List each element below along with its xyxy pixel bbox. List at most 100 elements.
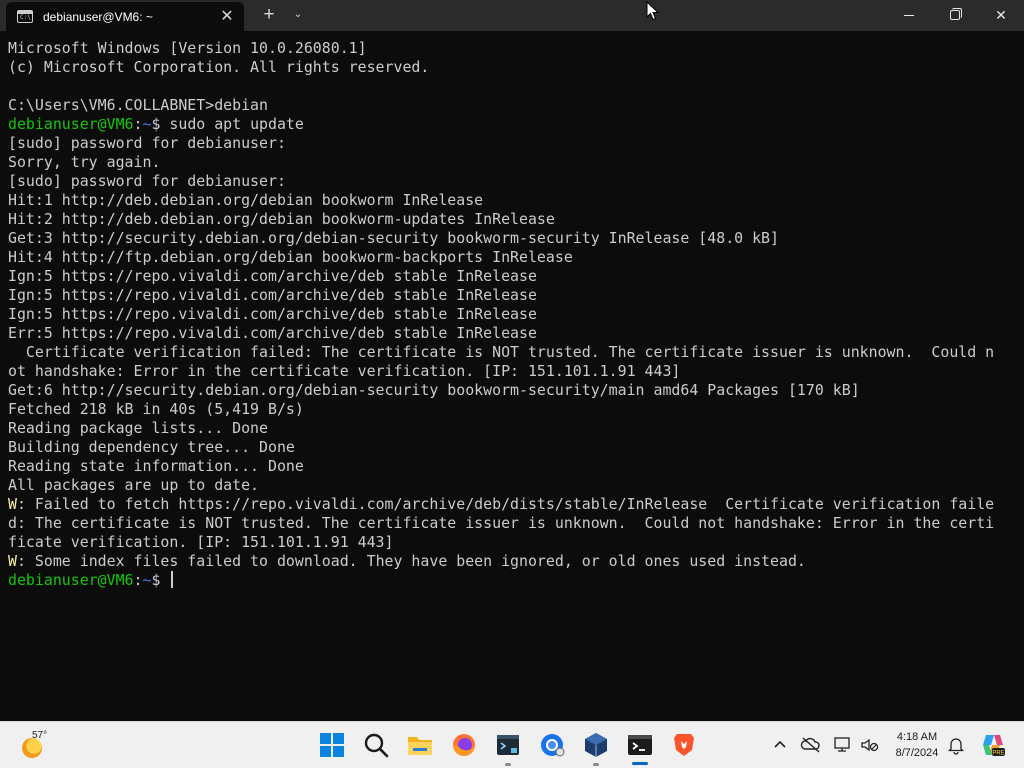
terminal-line: Ign:5 https://repo.vivaldi.com/archive/d…	[8, 267, 1008, 286]
warn-text: W	[8, 552, 17, 570]
speaker-muted-icon	[861, 738, 879, 752]
terminal-line: ficate verification. [IP: 151.101.1.91 4…	[8, 533, 1008, 552]
terminal-text-segment: Err:5 https://repo.vivaldi.com/archive/d…	[8, 324, 537, 342]
terminal-line: Hit:1 http://deb.debian.org/debian bookw…	[8, 191, 1008, 210]
terminal-app-button[interactable]	[493, 730, 523, 766]
terminal-text-segment: (c) Microsoft Corporation. All rights re…	[8, 58, 430, 76]
terminal-text-segment: Building dependency tree... Done	[8, 438, 295, 456]
weather-temperature: 57°	[32, 730, 48, 741]
search-icon	[364, 733, 389, 758]
copilot-icon: PRE	[983, 735, 1005, 757]
terminal-line: Ign:5 https://repo.vivaldi.com/archive/d…	[8, 286, 1008, 305]
terminal-text-segment: : Failed to fetch https://repo.vivaldi.c…	[16, 495, 995, 513]
terminal-text-segment: Reading package lists... Done	[8, 419, 268, 437]
terminal-text-segment: Ign:5 https://repo.vivaldi.com/archive/d…	[8, 286, 537, 304]
terminal-line: debianuser@VM6:~$ sudo apt update	[8, 115, 1008, 134]
terminal-line: d: The certificate is NOT trusted. The c…	[8, 514, 1008, 533]
minimize-icon	[904, 15, 914, 16]
terminal-text-segment: Hit:4 http://ftp.debian.org/debian bookw…	[8, 248, 573, 266]
terminal-text-segment: $	[151, 571, 170, 589]
terminal-line: Ign:5 https://repo.vivaldi.com/archive/d…	[8, 305, 1008, 324]
display-button[interactable]	[832, 734, 854, 756]
terminal-text-segment: Ign:5 https://repo.vivaldi.com/archive/d…	[8, 305, 537, 323]
firefox-button[interactable]	[449, 730, 479, 760]
terminal-line: (c) Microsoft Corporation. All rights re…	[8, 58, 1008, 77]
terminal-line: Fetched 218 kB in 40s (5,419 B/s)	[8, 400, 1008, 419]
terminal-line: Certificate verification failed: The cer…	[8, 343, 1008, 362]
terminal-text-segment: Get:3 http://security.debian.org/debian-…	[8, 229, 779, 247]
terminal-text-segment: ot handshake: Error in the certificate v…	[8, 362, 681, 380]
mouse-pointer-icon	[646, 1, 660, 21]
command-prompt-icon: C:\	[17, 10, 33, 23]
terminal-text-segment: Hit:2 http://deb.debian.org/debian bookw…	[8, 210, 555, 228]
terminal-text-segment: Reading state information... Done	[8, 457, 304, 475]
terminal-line: ot handshake: Error in the certificate v…	[8, 362, 1008, 381]
terminal-text-segment: ficate verification. [IP: 151.101.1.91 4…	[8, 533, 394, 551]
terminal-output-area[interactable]: Microsoft Windows [Version 10.0.26080.1]…	[0, 31, 1024, 721]
brave-icon	[674, 734, 694, 756]
terminal-text-segment: [sudo] password for debianuser:	[8, 172, 286, 190]
terminal-text-segment: Microsoft Windows [Version 10.0.26080.1]	[8, 39, 367, 57]
weather-widget[interactable]: 57°	[18, 728, 58, 762]
terminal-line: [sudo] password for debianuser:	[8, 134, 1008, 153]
folder-icon	[408, 737, 432, 755]
close-window-button[interactable]: ✕	[978, 0, 1024, 31]
terminal-text-segment: Hit:1 http://deb.debian.org/debian bookw…	[8, 191, 484, 209]
volume-button[interactable]	[858, 734, 880, 756]
terminal-line: W: Some index files failed to download. …	[8, 552, 1008, 571]
show-hidden-icons-button[interactable]	[770, 734, 790, 754]
terminal-line: Microsoft Windows [Version 10.0.26080.1]	[8, 39, 1008, 58]
terminal-line: [sudo] password for debianuser:	[8, 172, 1008, 191]
terminal-text-segment: Sorry, try again.	[8, 153, 161, 171]
weather-sun-icon	[22, 738, 42, 758]
new-tab-button[interactable]: +	[258, 4, 280, 26]
terminal-text-segment: Fetched 218 kB in 40s (5,419 B/s)	[8, 400, 304, 418]
terminal-line: Get:6 http://security.debian.org/debian-…	[8, 381, 1008, 400]
windows-logo-icon	[320, 733, 344, 757]
prompt-user-text: debianuser@VM6	[8, 571, 134, 589]
terminal-text-segment: All packages are up to date.	[8, 476, 260, 494]
terminal-line: Building dependency tree... Done	[8, 438, 1008, 457]
taskbar: 57° 4:18 AM 8/7/2024 PRE	[0, 721, 1024, 768]
terminal-text-segment: C:\Users\VM6.COLLABNET>debian	[8, 96, 268, 114]
terminal-line: debianuser@VM6:~$	[8, 571, 1008, 590]
terminal-app-icon	[497, 735, 519, 755]
chrome-icon	[541, 734, 565, 757]
virtualbox-button[interactable]	[581, 730, 611, 766]
terminal-line: Err:5 https://repo.vivaldi.com/archive/d…	[8, 324, 1008, 343]
search-button[interactable]	[361, 730, 391, 760]
chrome-button[interactable]	[537, 730, 567, 760]
terminal-line: Reading state information... Done	[8, 457, 1008, 476]
title-bar: C:\ debianuser@VM6: ~ ✕ + ⌄ ✕	[0, 0, 1024, 31]
firefox-icon	[453, 734, 475, 756]
minimize-button[interactable]	[886, 0, 932, 31]
clock[interactable]: 4:18 AM 8/7/2024	[884, 729, 950, 761]
tab-title: debianuser@VM6: ~	[43, 10, 153, 24]
terminal-text-segment: Ign:5 https://repo.vivaldi.com/archive/d…	[8, 267, 537, 285]
windows-terminal-button[interactable]	[625, 730, 655, 765]
maximize-button[interactable]	[932, 0, 978, 31]
chevron-up-icon	[774, 740, 786, 748]
terminal-line: Hit:4 http://ftp.debian.org/debian bookw…	[8, 248, 1008, 267]
prompt-user-text: debianuser@VM6	[8, 115, 134, 133]
copilot-button[interactable]: PRE	[980, 732, 1006, 758]
tab-close-button[interactable]: ✕	[216, 6, 238, 28]
clock-date: 8/7/2024	[895, 747, 939, 759]
file-explorer-button[interactable]	[405, 730, 435, 760]
bell-icon	[947, 738, 965, 755]
tab-dropdown-button[interactable]: ⌄	[288, 4, 308, 26]
terminal-tab[interactable]: C:\ debianuser@VM6: ~ ✕	[6, 2, 244, 31]
start-button[interactable]	[317, 730, 347, 760]
brave-button[interactable]	[669, 730, 699, 760]
onedrive-button[interactable]	[800, 734, 822, 756]
terminal-text-segment: Certificate verification failed: The cer…	[8, 343, 995, 361]
windows-terminal-icon	[628, 735, 652, 755]
terminal-line: Reading package lists... Done	[8, 419, 1008, 438]
restore-icon	[950, 10, 960, 20]
notifications-button[interactable]	[945, 734, 967, 756]
text-cursor	[171, 571, 174, 588]
terminal-text-segment: [sudo] password for debianuser:	[8, 134, 286, 152]
svg-text:PRE: PRE	[992, 751, 1004, 757]
terminal-line: Get:3 http://security.debian.org/debian-…	[8, 229, 1008, 248]
